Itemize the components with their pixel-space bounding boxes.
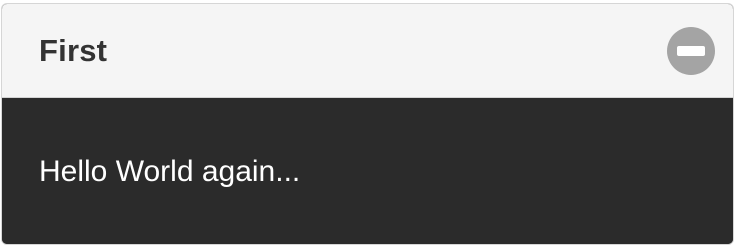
accordion-panel: First Hello World again...: [1, 3, 734, 245]
panel-title: First: [39, 32, 108, 68]
minus-circle-icon: [677, 45, 705, 56]
panel-header[interactable]: First: [2, 4, 733, 98]
collapse-button[interactable]: [667, 26, 715, 75]
panel-content-text: Hello World again...: [39, 155, 301, 188]
panel-body: Hello World again...: [2, 98, 733, 244]
